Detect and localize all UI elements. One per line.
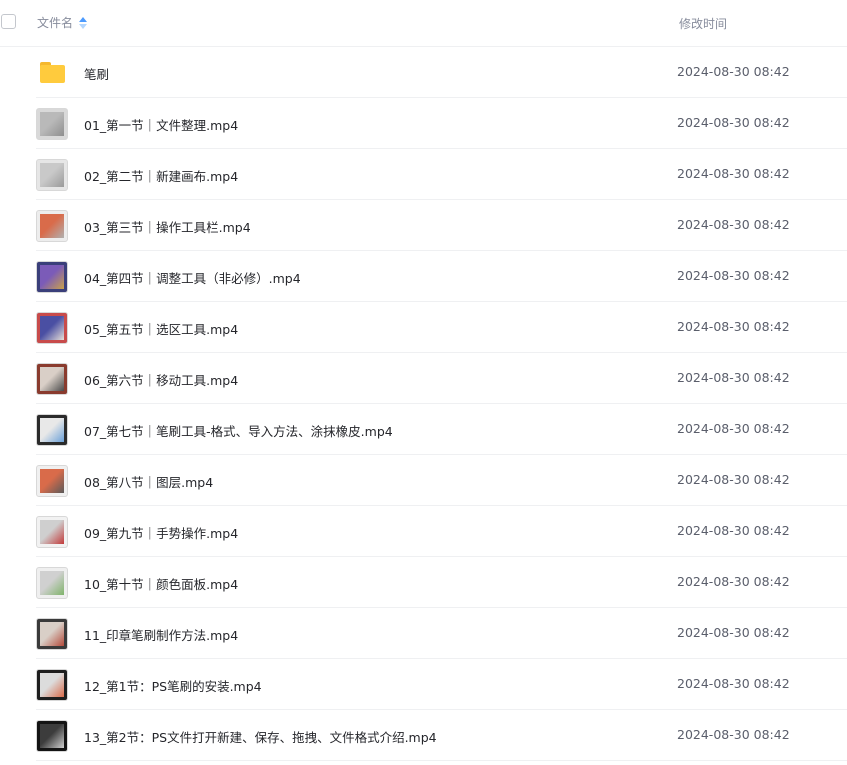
video-thumbnail-icon	[36, 210, 68, 242]
file-row[interactable]: 04_第四节｜调整工具（非必修）.mp4 2024-08-30 08:42	[36, 251, 847, 302]
folder-icon	[40, 62, 65, 83]
file-row[interactable]: 13_第2节：PS文件打开新建、保存、拖拽、文件格式介绍.mp4 2024-08-…	[36, 710, 847, 761]
modified-time: 2024-08-30 08:42	[677, 472, 790, 487]
modified-time: 2024-08-30 08:42	[677, 319, 790, 334]
sort-ascending-icon[interactable]	[79, 16, 88, 29]
file-name[interactable]: 08_第八节｜图层.mp4	[84, 472, 213, 491]
sort-by-name-button[interactable]: 文件名	[37, 14, 88, 31]
video-thumbnail-icon	[36, 414, 68, 446]
video-thumbnail-icon	[36, 363, 68, 395]
column-header-name: 文件名	[37, 16, 74, 30]
modified-time: 2024-08-30 08:42	[677, 523, 790, 538]
modified-time: 2024-08-30 08:42	[677, 676, 790, 691]
file-row[interactable]: 01_第一节｜文件整理.mp4 2024-08-30 08:42	[36, 98, 847, 149]
file-row[interactable]: 03_第三节｜操作工具栏.mp4 2024-08-30 08:42	[36, 200, 847, 251]
modified-time: 2024-08-30 08:42	[677, 268, 790, 283]
video-thumbnail-icon	[36, 669, 68, 701]
modified-time: 2024-08-30 08:42	[677, 574, 790, 589]
select-all-checkbox[interactable]	[1, 14, 16, 29]
modified-time: 2024-08-30 08:42	[677, 217, 790, 232]
video-thumbnail-icon	[36, 159, 68, 191]
file-name[interactable]: 04_第四节｜调整工具（非必修）.mp4	[84, 268, 301, 287]
file-row[interactable]: 10_第十节｜颜色面板.mp4 2024-08-30 08:42	[36, 557, 847, 608]
file-row[interactable]: 12_第1节：PS笔刷的安装.mp4 2024-08-30 08:42	[36, 659, 847, 710]
modified-time: 2024-08-30 08:42	[677, 370, 790, 385]
video-thumbnail-icon	[36, 108, 68, 140]
file-name[interactable]: 07_第七节｜笔刷工具-格式、导入方法、涂抹橡皮.mp4	[84, 421, 393, 440]
column-header-modified-time[interactable]: 修改时间	[679, 15, 727, 32]
file-row[interactable]: 02_第二节｜新建画布.mp4 2024-08-30 08:42	[36, 149, 847, 200]
file-list: 笔刷 2024-08-30 08:42 01_第一节｜文件整理.mp4 2024-08…	[36, 47, 847, 761]
video-thumbnail-icon	[36, 720, 68, 752]
video-thumbnail-icon	[36, 261, 68, 293]
file-name[interactable]: 10_第十节｜颜色面板.mp4	[84, 574, 238, 593]
file-name[interactable]: 03_第三节｜操作工具栏.mp4	[84, 217, 251, 236]
file-row[interactable]: 06_第六节｜移动工具.mp4 2024-08-30 08:42	[36, 353, 847, 404]
file-name[interactable]: 12_第1节：PS笔刷的安装.mp4	[84, 676, 262, 695]
file-row[interactable]: 08_第八节｜图层.mp4 2024-08-30 08:42	[36, 455, 847, 506]
file-name[interactable]: 09_第九节｜手势操作.mp4	[84, 523, 238, 542]
video-thumbnail-icon	[36, 312, 68, 344]
modified-time: 2024-08-30 08:42	[677, 625, 790, 640]
modified-time: 2024-08-30 08:42	[677, 421, 790, 436]
video-thumbnail-icon	[36, 516, 68, 548]
file-name[interactable]: 01_第一节｜文件整理.mp4	[84, 115, 238, 134]
modified-time: 2024-08-30 08:42	[677, 64, 790, 79]
file-row[interactable]: 09_第九节｜手势操作.mp4 2024-08-30 08:42	[36, 506, 847, 557]
video-thumbnail-icon	[36, 465, 68, 497]
file-name[interactable]: 11_印章笔刷制作方法.mp4	[84, 625, 238, 644]
file-row[interactable]: 笔刷 2024-08-30 08:42	[36, 47, 847, 98]
file-row[interactable]: 05_第五节｜选区工具.mp4 2024-08-30 08:42	[36, 302, 847, 353]
file-list-header: 文件名 修改时间	[0, 0, 847, 47]
file-name[interactable]: 06_第六节｜移动工具.mp4	[84, 370, 238, 389]
file-name[interactable]: 02_第二节｜新建画布.mp4	[84, 166, 238, 185]
file-row[interactable]: 07_第七节｜笔刷工具-格式、导入方法、涂抹橡皮.mp4 2024-08-30 0…	[36, 404, 847, 455]
modified-time: 2024-08-30 08:42	[677, 166, 790, 181]
video-thumbnail-icon	[36, 618, 68, 650]
video-thumbnail-icon	[36, 567, 68, 599]
file-name[interactable]: 05_第五节｜选区工具.mp4	[84, 319, 238, 338]
file-name[interactable]: 笔刷	[84, 64, 109, 83]
modified-time: 2024-08-30 08:42	[677, 115, 790, 130]
file-row[interactable]: 11_印章笔刷制作方法.mp4 2024-08-30 08:42	[36, 608, 847, 659]
file-name[interactable]: 13_第2节：PS文件打开新建、保存、拖拽、文件格式介绍.mp4	[84, 727, 437, 746]
modified-time: 2024-08-30 08:42	[677, 727, 790, 742]
